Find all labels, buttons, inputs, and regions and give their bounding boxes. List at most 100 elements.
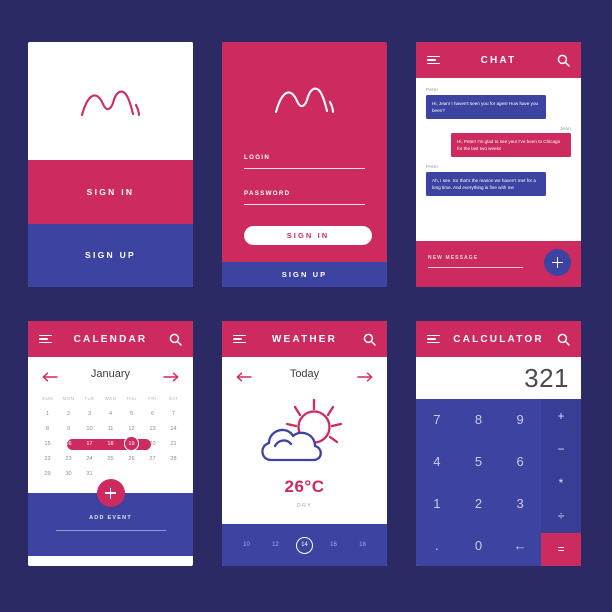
chat-message-bubble: Hi, Jean! I haven't seen you for ages! H… <box>426 94 546 119</box>
calendar-day[interactable]: 21 <box>163 436 184 451</box>
mockup-canvas: SIGN IN SIGN UP LOGIN PASSWORD SIGN IN S… <box>0 0 612 612</box>
weather-hour-strip: 10 12 14 16 18 <box>222 524 387 566</box>
calendar-day[interactable]: 14 <box>163 421 184 436</box>
calendar-footer: ADD EVENT <box>28 479 193 556</box>
search-icon[interactable] <box>557 54 570 67</box>
calendar-day[interactable]: 1 <box>37 406 58 421</box>
calendar-day[interactable]: 16 <box>58 436 79 451</box>
calendar-day[interactable]: 25 <box>100 451 121 466</box>
chat-message-bubble: Hi, Peter! I'm glad to see you! I've bee… <box>451 133 571 158</box>
calendar-day[interactable]: 31 <box>79 466 100 481</box>
calendar-day[interactable]: 30 <box>58 466 79 481</box>
send-message-button[interactable] <box>544 249 571 276</box>
calc-key-9[interactable]: 9 <box>499 399 541 441</box>
calc-key-2[interactable]: 2 <box>458 483 500 525</box>
calendar-day[interactable]: 29 <box>37 466 58 481</box>
calendar-week-row-selected: 15 16 17 18 19 20 21 <box>37 436 184 451</box>
calc-op-equals[interactable]: = <box>541 532 581 566</box>
add-event-button[interactable] <box>96 479 125 507</box>
calendar-day[interactable]: 27 <box>142 451 163 466</box>
calc-key-backspace[interactable]: ← <box>499 524 541 566</box>
login-field[interactable]: LOGIN <box>244 154 365 169</box>
calendar-day[interactable]: 6 <box>142 406 163 421</box>
calculator-display: 321 <box>416 357 581 399</box>
calendar-day[interactable]: 7 <box>163 406 184 421</box>
calendar-day[interactable]: 26 <box>121 451 142 466</box>
calendar-day[interactable]: 8 <box>37 421 58 436</box>
calendar-day[interactable]: 2 <box>58 406 79 421</box>
calendar-day[interactable]: 9 <box>58 421 79 436</box>
sign-up-band[interactable]: SIGN UP <box>28 223 193 287</box>
search-icon[interactable] <box>169 333 182 346</box>
chat-composer: NEW MESSAGE <box>416 241 581 287</box>
calendar-day[interactable]: 20 <box>142 436 163 451</box>
next-month-arrow-icon[interactable] <box>163 369 179 382</box>
calc-key-0[interactable]: 0 <box>458 524 500 566</box>
calendar-day[interactable]: 13 <box>142 421 163 436</box>
calc-op-minus[interactable]: − <box>541 432 581 465</box>
menu-icon[interactable] <box>427 55 440 65</box>
sign-up-bar[interactable]: SIGN UP <box>222 262 387 287</box>
prev-month-arrow-icon[interactable] <box>42 369 58 382</box>
weather-hour[interactable]: 18 <box>354 537 371 554</box>
sign-in-button-label: SIGN IN <box>286 231 330 240</box>
weather-hour[interactable]: 16 <box>325 537 342 554</box>
calc-op-multiply[interactable]: * <box>541 466 581 499</box>
calendar-day[interactable]: 15 <box>37 436 58 451</box>
calendar-day[interactable]: 11 <box>100 421 121 436</box>
weekday-label: SAT <box>168 395 179 401</box>
weekday-label: MON <box>62 395 75 401</box>
calc-key-8[interactable]: 8 <box>458 399 500 441</box>
calc-op-divide[interactable]: ÷ <box>541 499 581 532</box>
sign-in-button[interactable]: SIGN IN <box>244 226 372 245</box>
prev-day-arrow-icon[interactable] <box>236 369 252 382</box>
calc-key-3[interactable]: 3 <box>499 483 541 525</box>
calendar-day[interactable]: 22 <box>37 451 58 466</box>
signin-logo-area <box>28 42 193 160</box>
calendar-day-empty <box>142 466 163 481</box>
calendar-day-empty <box>121 466 142 481</box>
calendar-day[interactable]: 3 <box>79 406 100 421</box>
weather-hour[interactable]: 12 <box>267 537 284 554</box>
calendar-day-selected[interactable]: 19 <box>121 436 142 451</box>
new-message-underline <box>428 267 523 268</box>
chat-message-list: Peter Hi, Jean! I haven't seen you for a… <box>416 78 581 241</box>
weather-hour[interactable]: 10 <box>238 537 255 554</box>
calendar-day[interactable]: 18 <box>100 436 121 451</box>
calendar-day[interactable]: 5 <box>121 406 142 421</box>
calculator-title: CALCULATOR <box>453 333 544 345</box>
weather-icon-area <box>222 396 387 475</box>
weekday-label: SUN <box>42 395 53 401</box>
calendar-day[interactable]: 28 <box>163 451 184 466</box>
weather-appbar: WEATHER <box>222 321 387 357</box>
calendar-day[interactable]: 17 <box>79 436 100 451</box>
calc-key-1[interactable]: 1 <box>416 483 458 525</box>
search-icon[interactable] <box>363 333 376 346</box>
calc-key-5[interactable]: 5 <box>458 441 500 483</box>
sign-in-band[interactable]: SIGN IN <box>28 160 193 224</box>
calendar-day[interactable]: 10 <box>79 421 100 436</box>
calendar-week-row: 22 23 24 25 26 27 28 <box>37 451 184 466</box>
calculator-operator-column: + − * ÷ = <box>541 399 581 566</box>
calendar-day[interactable]: 24 <box>79 451 100 466</box>
calendar-day[interactable]: 4 <box>100 406 121 421</box>
weekday-label: TUE <box>84 395 95 401</box>
calendar-day[interactable]: 12 <box>121 421 142 436</box>
weather-hour-selected[interactable]: 14 <box>296 536 313 554</box>
screen-login: LOGIN PASSWORD SIGN IN SIGN UP <box>222 42 387 287</box>
search-icon[interactable] <box>557 333 570 346</box>
weather-temperature: 26°C <box>284 477 325 496</box>
next-day-arrow-icon[interactable] <box>357 369 373 382</box>
menu-icon[interactable] <box>427 334 440 344</box>
calendar-day[interactable]: 23 <box>58 451 79 466</box>
calc-key-4[interactable]: 4 <box>416 441 458 483</box>
calc-key-6[interactable]: 6 <box>499 441 541 483</box>
calc-op-plus[interactable]: + <box>541 399 581 432</box>
calc-key-decimal[interactable]: . <box>416 524 458 566</box>
password-field[interactable]: PASSWORD <box>244 190 365 205</box>
screen-signin: SIGN IN SIGN UP <box>28 42 193 287</box>
menu-icon[interactable] <box>233 334 246 344</box>
menu-icon[interactable] <box>39 334 52 344</box>
calc-key-7[interactable]: 7 <box>416 399 458 441</box>
calculator-number-pad: 7 8 9 4 5 6 1 2 3 . 0 ← <box>416 399 541 566</box>
